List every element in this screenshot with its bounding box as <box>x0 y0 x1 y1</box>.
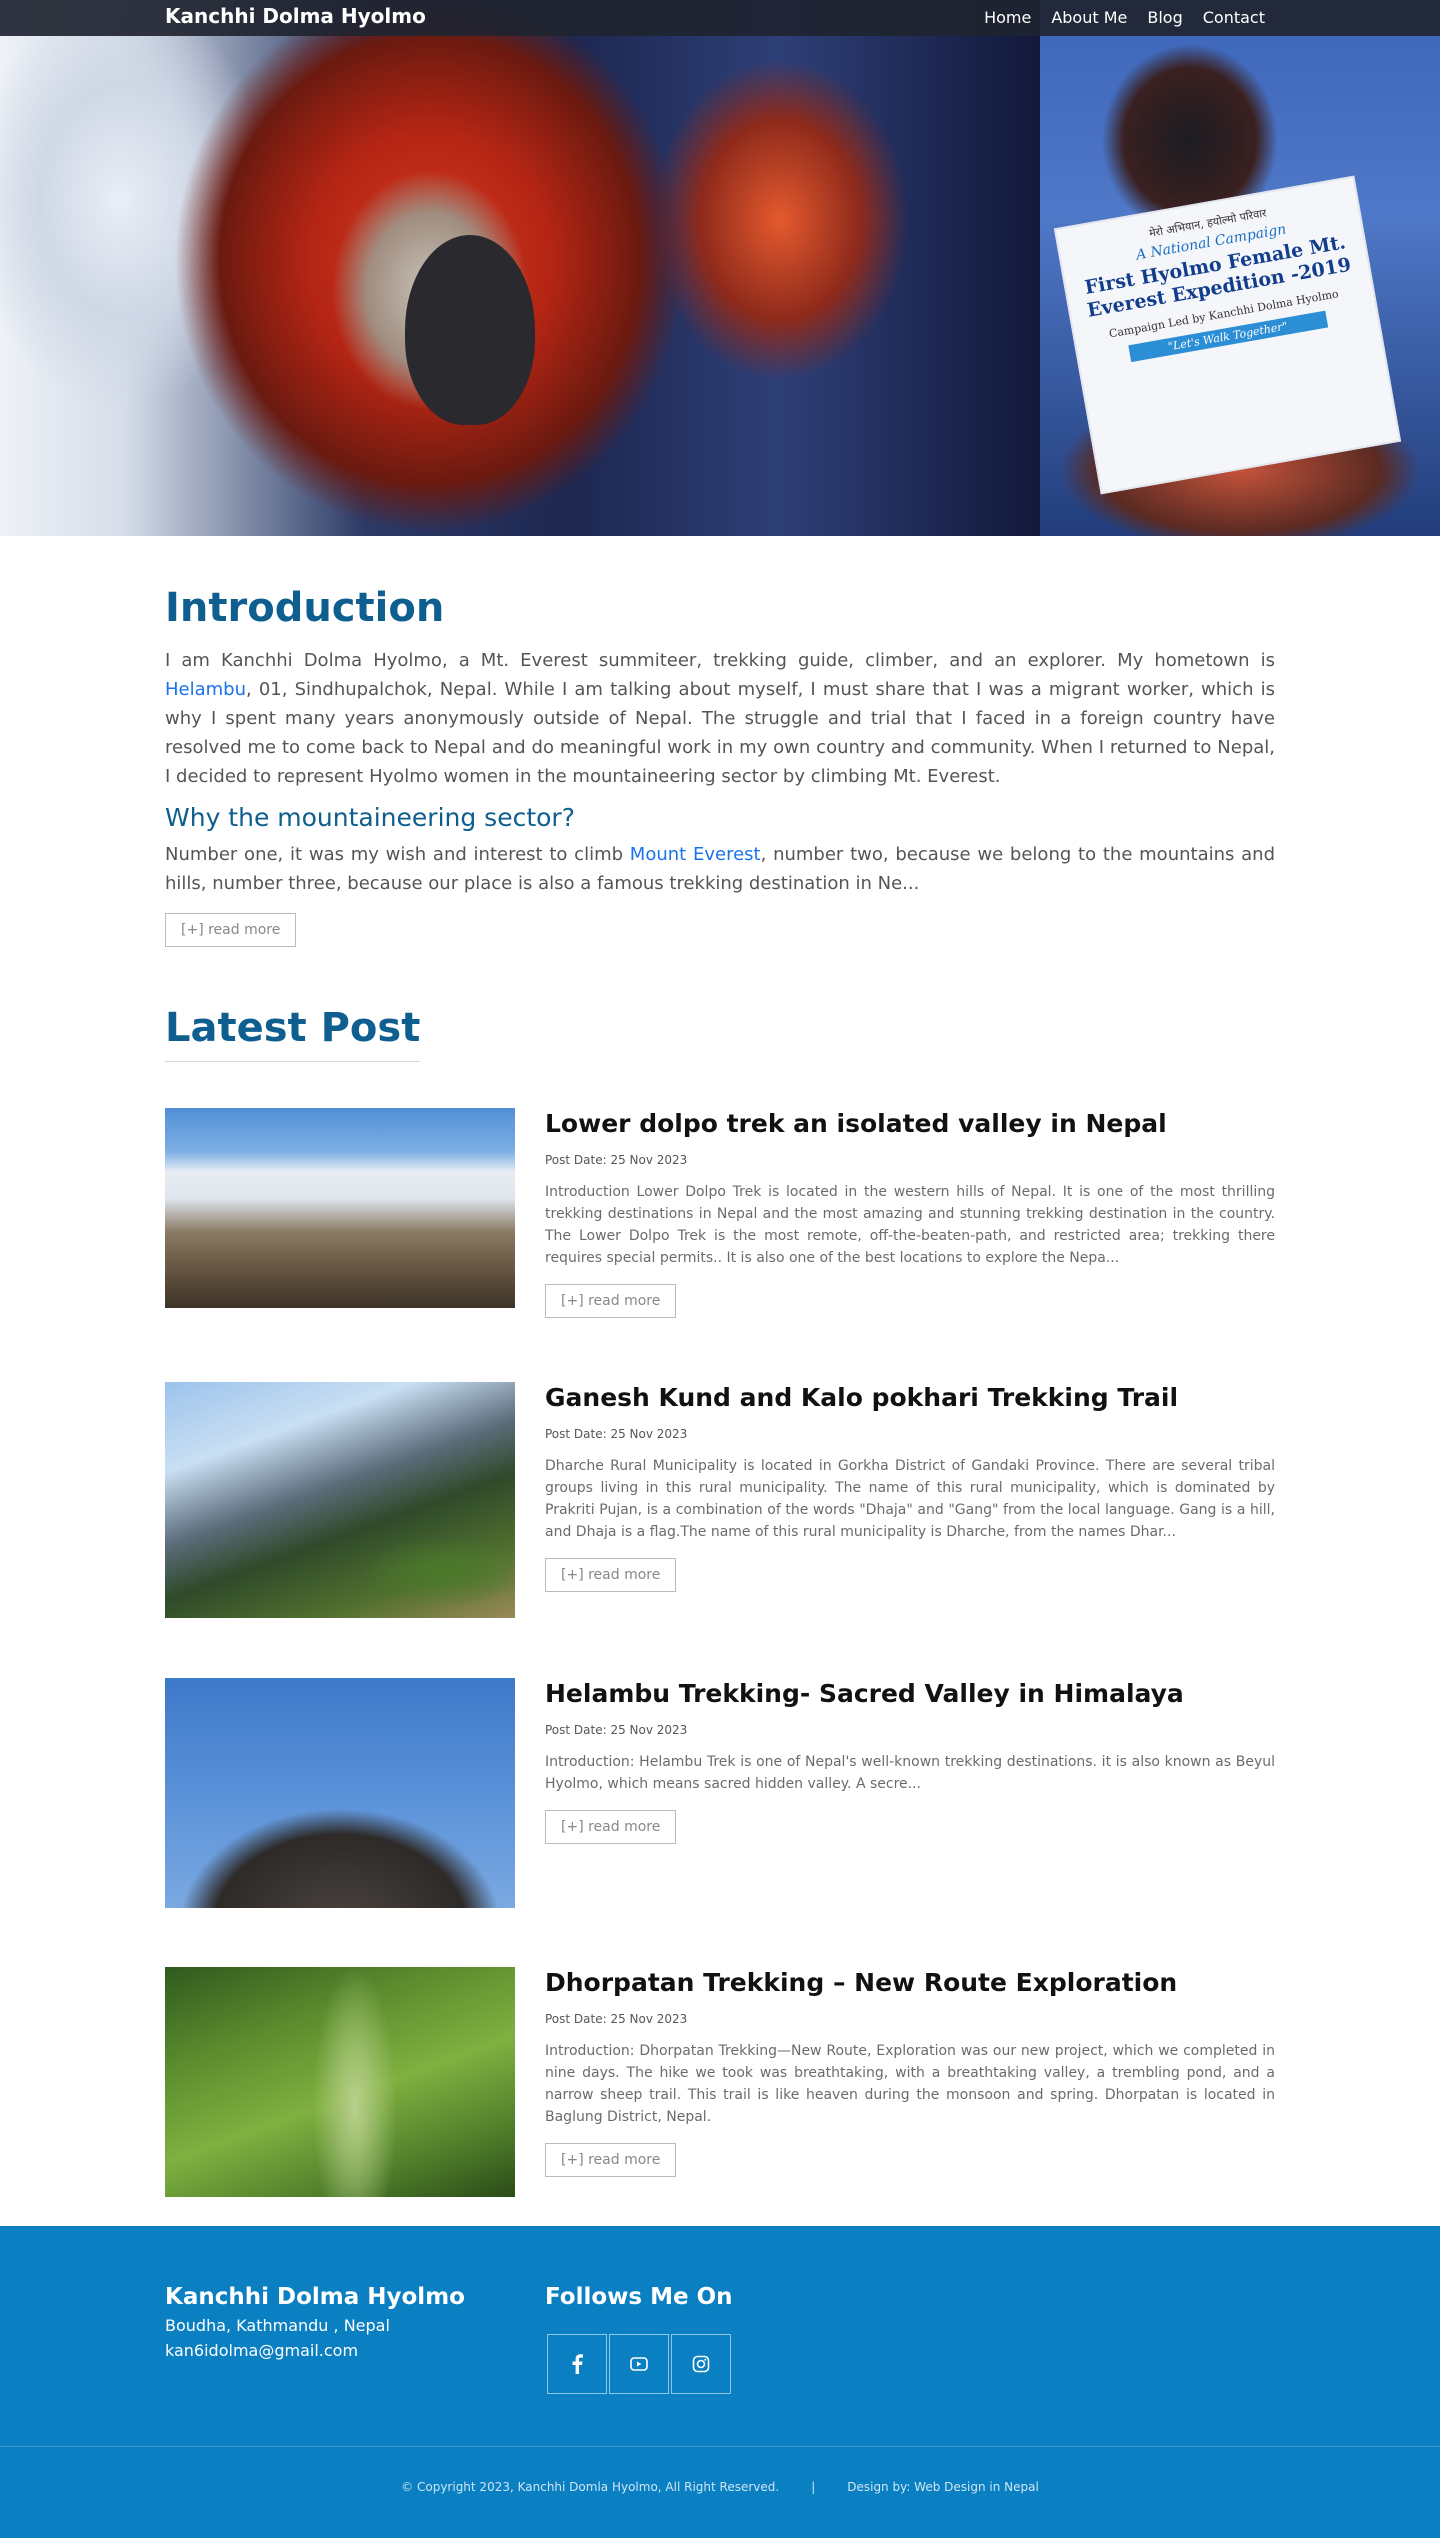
post-date: Post Date: 25 Nov 2023 <box>545 1152 688 1167</box>
post-date: Post Date: 25 Nov 2023 <box>545 1722 688 1737</box>
post-thumbnail[interactable] <box>165 1382 515 1618</box>
post-thumbnail[interactable] <box>165 1678 515 1908</box>
post-title[interactable]: Lower dolpo trek an isolated valley in N… <box>545 1108 1275 1141</box>
intro-paragraph: I am Kanchhi Dolma Hyolmo, a Mt. Everest… <box>165 646 1275 791</box>
footer-address: Boudha, Kathmandu , Nepal <box>165 2316 390 2335</box>
facebook-icon[interactable] <box>547 2334 607 2394</box>
why-heading: Why the mountaineering sector? <box>165 803 575 832</box>
post-body: Helambu Trekking- Sacred Valley in Himal… <box>545 1678 1275 1844</box>
footer-email[interactable]: kan6idolma@gmail.com <box>165 2341 465 2360</box>
instagram-icon-glyph <box>692 2355 710 2373</box>
expedition-banner: मेरो अभियान, हयोल्मो परिवार A National C… <box>1053 175 1402 495</box>
post-body: Dhorpatan Trekking – New Route Explorati… <box>545 1967 1275 2177</box>
social-links <box>547 2334 733 2394</box>
post-excerpt: Dharche Rural Municipality is located in… <box>545 1457 1275 1540</box>
post-body: Ganesh Kund and Kalo pokhari Trekking Tr… <box>545 1382 1275 1592</box>
footer-separator: | <box>811 2480 816 2494</box>
footer-top: Kanchhi Dolma Hyolmo Boudha, Kathmandu ,… <box>0 2226 1440 2446</box>
latest-post-section: Latest Post <box>165 1005 1275 1062</box>
post-date: Post Date: 25 Nov 2023 <box>545 1426 688 1441</box>
brand-link[interactable]: Kanchhi Dolma Hyolmo <box>165 4 426 28</box>
post-title[interactable]: Ganesh Kund and Kalo pokhari Trekking Tr… <box>545 1382 1275 1415</box>
post-date: Post Date: 25 Nov 2023 <box>545 2011 688 2026</box>
post-thumbnail[interactable] <box>165 1967 515 2197</box>
post-title[interactable]: Helambu Trekking- Sacred Valley in Himal… <box>545 1678 1275 1711</box>
nav-links: Home About Me Blog Contact <box>984 8 1265 27</box>
intro-text-2: , 01, Sindhupalchok, Nepal. While I am t… <box>165 679 1275 787</box>
post-read-more-button[interactable]: [+] read more <box>545 2142 677 2177</box>
intro-section: Introduction I am Kanchhi Dolma Hyolmo, … <box>165 536 1275 947</box>
nav-home[interactable]: Home <box>984 8 1031 27</box>
top-navbar: Kanchhi Dolma Hyolmo Home About Me Blog … <box>0 0 1440 36</box>
youtube-icon-glyph <box>630 2357 648 2371</box>
post-read-more-button[interactable]: [+] read more <box>545 1557 677 1592</box>
footer-social: Follows Me On <box>545 2284 733 2394</box>
why-text-1: Number one, it was my wish and interest … <box>165 844 630 865</box>
nav-about-me[interactable]: About Me <box>1051 8 1127 27</box>
follow-heading: Follows Me On <box>545 2284 733 2310</box>
footer-name: Kanchhi Dolma Hyolmo <box>165 2284 465 2310</box>
why-paragraph: Number one, it was my wish and interest … <box>165 840 1275 898</box>
copyright-text: © Copyright 2023, Kanchhi Domla Hyolmo, … <box>401 2480 780 2494</box>
intro-read-more-button[interactable]: [+] read more <box>165 913 297 947</box>
main-content: Introduction I am Kanchhi Dolma Hyolmo, … <box>165 536 1275 2226</box>
oxygen-mask-shape <box>405 235 535 425</box>
post-excerpt: Introduction: Dhorpatan Trekking—New Rou… <box>545 2042 1275 2125</box>
instagram-icon[interactable] <box>671 2334 731 2394</box>
nav-contact[interactable]: Contact <box>1203 8 1265 27</box>
post-title[interactable]: Dhorpatan Trekking – New Route Explorati… <box>545 1967 1275 2000</box>
site-footer: Kanchhi Dolma Hyolmo Boudha, Kathmandu ,… <box>0 2226 1440 2538</box>
mount-everest-link[interactable]: Mount Everest <box>630 844 761 865</box>
footer-divider <box>0 2446 1440 2447</box>
footer-contact: Kanchhi Dolma Hyolmo Boudha, Kathmandu ,… <box>165 2284 465 2360</box>
post-excerpt: Introduction: Helambu Trek is one of Nep… <box>545 1753 1275 1792</box>
helambu-link[interactable]: Helambu <box>165 679 246 700</box>
footer-bottom: © Copyright 2023, Kanchhi Domla Hyolmo, … <box>0 2480 1440 2494</box>
post-read-more-button[interactable]: [+] read more <box>545 1809 677 1844</box>
post-excerpt: Introduction Lower Dolpo Trek is located… <box>545 1183 1275 1266</box>
hero-climber-photo <box>0 0 1040 536</box>
latest-post-heading: Latest Post <box>165 1005 421 1062</box>
hero-banner-image: मेरो अभियान, हयोल्मो परिवार A National C… <box>0 0 1440 536</box>
youtube-icon[interactable] <box>609 2334 669 2394</box>
facebook-icon-glyph <box>572 2354 583 2374</box>
post-body: Lower dolpo trek an isolated valley in N… <box>545 1108 1275 1318</box>
post-read-more-button[interactable]: [+] read more <box>545 1283 677 1318</box>
intro-text-1: I am Kanchhi Dolma Hyolmo, a Mt. Everest… <box>165 650 1275 671</box>
post-thumbnail[interactable] <box>165 1108 515 1308</box>
design-credit-link[interactable]: Design by: Web Design in Nepal <box>847 2480 1039 2494</box>
nav-blog[interactable]: Blog <box>1147 8 1182 27</box>
intro-heading: Introduction <box>165 585 445 631</box>
